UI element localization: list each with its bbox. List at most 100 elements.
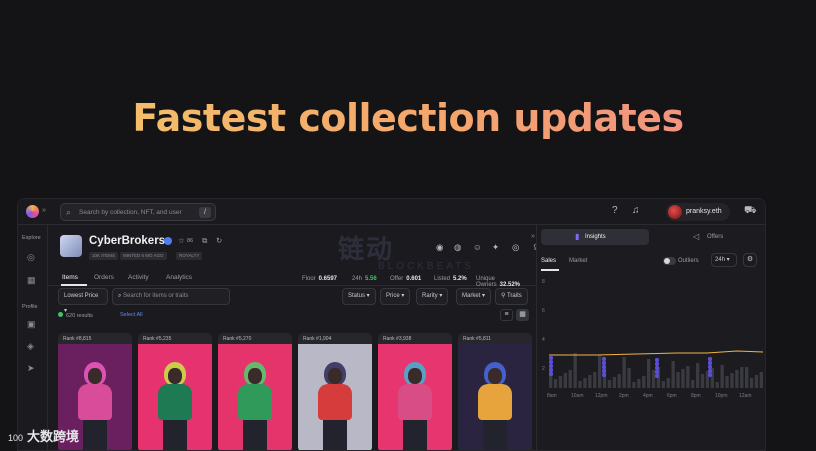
y-tick-label: 8 — [542, 279, 545, 285]
user-menu[interactable]: pranksy.eth — [666, 203, 730, 221]
volume-bar — [627, 368, 631, 388]
volume-bar — [617, 374, 621, 388]
chart-icon[interactable]: ▦ — [27, 275, 36, 286]
nft-card[interactable]: Rank #3,938 — [378, 333, 452, 450]
tab-market[interactable]: Market — [569, 258, 587, 264]
tab-activity[interactable]: Activity — [128, 274, 149, 281]
list-view-icon[interactable]: ≡ — [500, 309, 513, 321]
x-tick-label: 4pm — [643, 393, 653, 399]
settings-icon[interactable]: ⚙ — [743, 253, 757, 267]
username: pranksy.eth — [686, 208, 722, 215]
app-window: » ⌕ Search by collection, NFT, and user … — [17, 198, 766, 451]
collection-tag: MINTED 6 MO AGO — [120, 252, 167, 260]
volume-bar — [651, 370, 656, 388]
volume-bar — [558, 376, 563, 388]
sale-point — [708, 369, 712, 373]
refresh-icon[interactable]: ↻ — [216, 236, 222, 245]
tab-items[interactable]: Items — [62, 274, 78, 281]
nft-rank: Rank #5,235 — [143, 336, 172, 342]
tab-sales[interactable]: Sales — [541, 258, 556, 264]
collection-name: CyberBrokers — [89, 235, 166, 247]
opensea-icon[interactable]: ◉ — [436, 242, 443, 253]
nft-card[interactable]: Rank #5,270 — [218, 333, 292, 450]
nft-card[interactable]: Rank #5,235 — [138, 333, 212, 450]
global-search-input[interactable]: ⌕ Search by collection, NFT, and user / — [60, 203, 216, 221]
filter-bar: Lowest Price ▾ ⌕ Search for items or tra… — [48, 288, 536, 314]
sale-point — [602, 365, 606, 369]
help-icon[interactable]: ? — [612, 205, 618, 216]
nft-image — [218, 344, 292, 450]
traits-filter[interactable]: ⚲ Traits — [495, 288, 528, 305]
bell-icon[interactable]: ♫ — [632, 205, 640, 216]
outliers-switch[interactable] — [663, 257, 676, 265]
tag-icon[interactable]: ◈ — [27, 341, 34, 352]
volume-bar — [725, 376, 729, 388]
tab-orders[interactable]: Orders — [94, 274, 114, 281]
discord-icon[interactable]: ☺ — [473, 242, 482, 252]
sale-point — [655, 370, 659, 374]
compass-icon[interactable]: ◎ — [27, 252, 35, 263]
nft-rank: Rank #5,270 — [223, 336, 252, 342]
sidebar: Explore ◎ ▦ Profile ▣ ◈ ➤ — [18, 225, 48, 450]
sale-point — [708, 373, 712, 377]
volume-bar — [691, 380, 695, 388]
volume-bar — [666, 378, 670, 388]
volume-bar — [681, 369, 685, 388]
panel-collapse-icon[interactable]: » — [531, 233, 535, 240]
nft-rank: Rank #3,938 — [383, 336, 412, 342]
nft-card[interactable]: Rank #5,811 — [458, 333, 532, 450]
stat-listed: Listed 5.2% — [434, 276, 467, 282]
stat-offer: Offer 0.601 — [390, 276, 422, 282]
stat-24h: 24h 5.56 — [352, 276, 377, 282]
sale-point — [708, 365, 712, 369]
rarity-filter[interactable]: Rarity ▾ — [416, 288, 449, 305]
items-search-input[interactable]: ⌕ Search for items or traits — [112, 288, 230, 305]
x-tick-label: 12pm — [595, 393, 608, 399]
nft-image — [298, 344, 372, 450]
volume-bar — [730, 373, 734, 388]
volume-bar — [696, 363, 700, 388]
etherscan-icon[interactable]: ◍ — [454, 242, 461, 253]
copy-icon[interactable]: ⧉ — [202, 236, 207, 246]
sale-point — [655, 374, 659, 378]
volume-bar — [705, 371, 710, 388]
sale-point — [655, 358, 659, 362]
price-filter[interactable]: Price ▾ — [380, 288, 411, 305]
sale-point — [549, 356, 553, 360]
search-icon: ⌕ — [66, 207, 72, 217]
twitter-icon[interactable]: ✦ — [492, 242, 499, 253]
sort-select[interactable]: Lowest Price ▾ — [58, 288, 108, 314]
website-icon[interactable]: ◎ — [512, 242, 519, 253]
volume-bar — [715, 382, 719, 388]
offers-toggle[interactable]: Offers — [707, 234, 723, 240]
sidebar-collapse-icon[interactable]: » — [42, 207, 46, 214]
tab-analytics[interactable]: Analytics — [166, 274, 192, 281]
send-icon[interactable]: ➤ — [27, 363, 35, 374]
search-placeholder: Search by collection, NFT, and user — [79, 209, 182, 216]
market-filter[interactable]: Market ▾ — [456, 288, 492, 305]
volume-bar — [759, 372, 763, 388]
volume-bar — [607, 380, 612, 388]
select-all-link[interactable]: Select All — [120, 312, 143, 318]
volume-bar — [720, 365, 724, 388]
nft-card[interactable]: Rank #1,904 — [298, 333, 372, 450]
wallet-icon[interactable]: ▣ — [27, 319, 36, 330]
sale-point — [549, 368, 553, 372]
results-count: 620 results — [58, 312, 93, 319]
collection-tag: 10K ITEMS — [89, 252, 119, 260]
app-logo-icon[interactable] — [26, 205, 39, 218]
grid-view-icon[interactable]: ▦ — [516, 309, 529, 321]
sidebar-profile-label: Profile — [22, 304, 38, 310]
average-line — [549, 350, 764, 356]
star-icon[interactable]: ☆ — [178, 236, 185, 245]
collection-main: 链动 BLOCKBEATS CyberBrokers ☆ 86 ⧉ ↻ 10K … — [48, 225, 539, 450]
insights-toggle[interactable]: ▮ Insights — [541, 229, 649, 245]
volume-bar — [593, 372, 597, 388]
sales-chart: 8 6 4 2 8am 10am 12pm 2pm 4pm 6pm 8pm 10pm 12am — [542, 279, 764, 399]
collection-avatar — [60, 235, 82, 257]
status-filter[interactable]: Status ▾ — [342, 288, 376, 305]
cart-icon[interactable]: ⛟ — [744, 205, 757, 218]
x-tick-label: 6pm — [667, 393, 677, 399]
sidebar-explore-label: Explore — [22, 235, 41, 241]
range-select[interactable]: 24h ▾ — [711, 253, 737, 267]
